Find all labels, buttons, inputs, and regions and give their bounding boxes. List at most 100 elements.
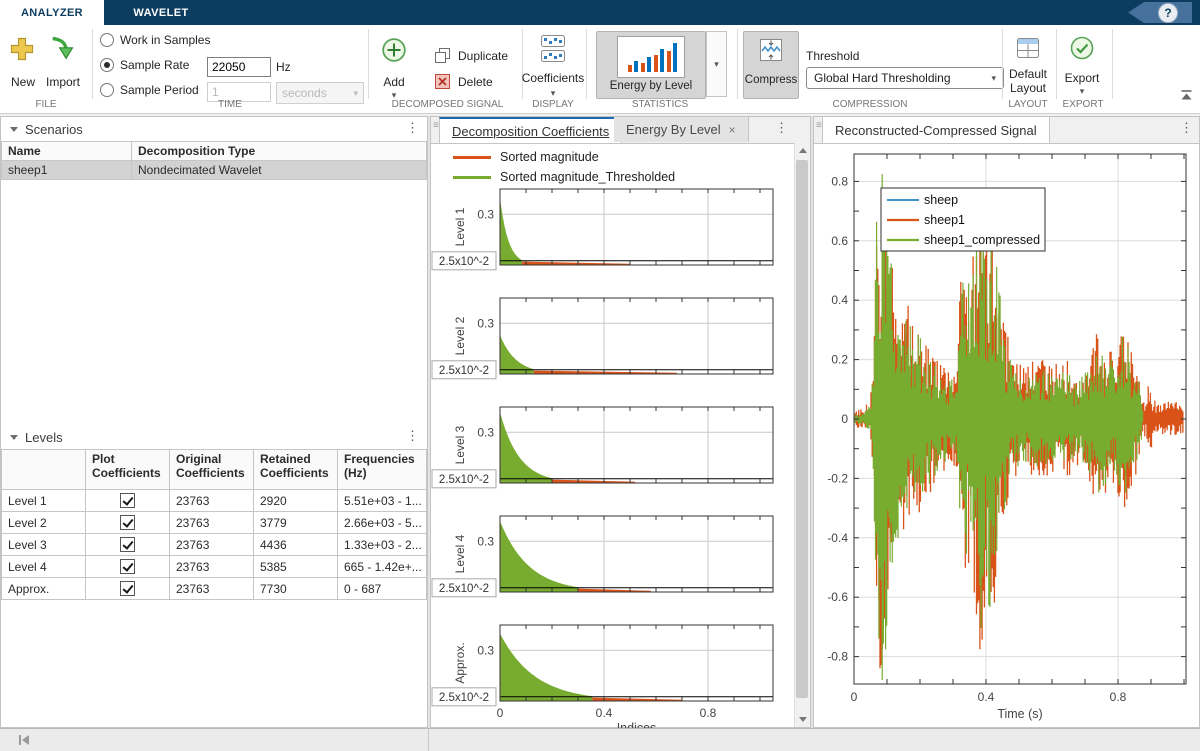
levels-menu-icon[interactable]: ⋮ <box>406 428 419 444</box>
signal-panel-menu-icon[interactable]: ⋮ <box>1180 120 1193 136</box>
default-layout-button[interactable] <box>1015 35 1041 61</box>
xtick-label: 0.4 <box>596 706 613 720</box>
plot-coefficients-cell <box>86 490 170 512</box>
coefficients-panel-menu-icon[interactable]: ⋮ <box>775 120 788 136</box>
levels-col-retained[interactable]: Retained Coefficients <box>254 450 338 490</box>
coefficients-plot[interactable]: 0.3Level 12.5x10^-20.3Level 22.5x10^-20.… <box>431 143 797 729</box>
table-row[interactable]: Level 12376329205.51e+03 - 1... <box>2 490 427 512</box>
radio-sample-period[interactable]: Sample Period <box>100 83 199 97</box>
signal-plot[interactable]: 0.80.60.40.20-0.2-0.4-0.6-0.800.40.8Time… <box>814 143 1199 729</box>
tab-analyzer[interactable]: ANALYZER <box>0 0 104 25</box>
radio-icon-selected[interactable] <box>100 58 114 72</box>
collapse-left-panel-button[interactable] <box>16 732 32 751</box>
add-button-label: Add <box>377 75 411 89</box>
tab-energy-by-level[interactable]: Energy By Level × <box>614 117 749 142</box>
plot-coefficients-checkbox[interactable] <box>120 493 135 508</box>
subplot-ylabel: Level 2 <box>453 316 467 355</box>
threshold-dropdown[interactable]: Global Hard Thresholding ▾ <box>806 67 1004 89</box>
legend-label: sheep1_compressed <box>924 233 1040 247</box>
coefficients-scrollbar[interactable] <box>794 143 810 727</box>
subplot-ylabel: Level 4 <box>453 534 467 573</box>
chevron-down-icon: ▾ <box>707 60 726 69</box>
levels-col-frequencies[interactable]: Frequencies (Hz) <box>338 450 427 490</box>
coefficients-button[interactable] <box>538 33 568 65</box>
signal-content: 0.80.60.40.20-0.2-0.4-0.6-0.800.40.8Time… <box>814 143 1199 729</box>
delete-button-label[interactable]: Delete <box>458 75 493 89</box>
table-row[interactable]: Level 32376344361.33e+03 - 2... <box>2 534 427 556</box>
threshold-dropdown-value: Global Hard Thresholding <box>814 71 951 85</box>
sample-rate-input[interactable] <box>207 57 271 77</box>
levels-col-plot[interactable]: Plot Coefficients <box>86 450 170 490</box>
scrollbar-thumb[interactable] <box>796 160 808 698</box>
scenario-type: Nondecimated Wavelet <box>132 161 427 180</box>
radio-icon[interactable] <box>100 33 114 47</box>
collapse-triangle-icon[interactable] <box>10 435 18 440</box>
table-row[interactable]: Approx.2376377300 - 687 <box>2 578 427 600</box>
tab-wavelet[interactable]: WAVELET <box>104 0 218 25</box>
panel-grip-icon[interactable]: ≡ <box>816 121 822 131</box>
add-button[interactable] <box>381 37 407 63</box>
coefficients-content: Sorted magnitudeSorted magnitude_Thresho… <box>431 143 797 729</box>
table-row[interactable]: Level 4237635385665 - 1.42e+... <box>2 556 427 578</box>
radio-icon[interactable] <box>100 83 114 97</box>
subplot-ylabel: Level 1 <box>453 207 467 246</box>
signal-tabbar: ≡ Reconstructed-Compressed Signal ⋮ <box>814 117 1199 144</box>
signal-legend[interactable]: sheepsheep1sheep1_compressed <box>881 188 1045 251</box>
delete-button[interactable] <box>434 73 451 90</box>
statistics-gallery-dropdown[interactable]: ▾ <box>706 31 727 97</box>
table-row[interactable]: Level 22376337792.66e+03 - 5... <box>2 512 427 534</box>
close-icon[interactable]: × <box>729 123 736 137</box>
duplicate-button-label[interactable]: Duplicate <box>458 49 508 63</box>
scenarios-col-type[interactable]: Decomposition Type <box>132 142 427 161</box>
collapse-triangle-icon[interactable] <box>10 127 18 132</box>
radio-work-in-samples[interactable]: Work in Samples <box>100 33 210 47</box>
export-button-label: Export <box>1060 71 1104 85</box>
table-row[interactable]: sheep1Nondecimated Wavelet <box>2 161 427 180</box>
energy-by-level-button[interactable]: Energy by Level <box>596 31 706 99</box>
levels-header-row: Plot Coefficients Original Coefficients … <box>2 450 427 490</box>
tab-reconstructed-compressed-signal[interactable]: Reconstructed-Compressed Signal <box>822 117 1050 143</box>
level-row-label: Approx. <box>2 578 86 600</box>
chevron-down-icon[interactable]: ▾ <box>1076 87 1088 96</box>
chevron-down-icon[interactable]: ▾ <box>547 89 559 98</box>
ytick-label: 0 <box>841 412 848 426</box>
original-coefficients-value: 23763 <box>170 534 254 556</box>
levels-table-body: Level 12376329205.51e+03 - 1...Level 223… <box>2 490 427 600</box>
plot-coefficients-checkbox[interactable] <box>120 537 135 552</box>
compress-button[interactable]: Compress <box>743 31 799 99</box>
radio-sample-rate[interactable]: Sample Rate <box>100 58 189 72</box>
levels-title: Levels <box>25 430 63 445</box>
tab-decomposition-coefficients[interactable]: Decomposition Coefficients <box>439 117 622 143</box>
scroll-up-arrow[interactable] <box>795 143 810 158</box>
collapse-toolstrip-button[interactable] <box>1180 89 1193 105</box>
tab-analyzer-label: ANALYZER <box>21 7 83 19</box>
toolstrip-separator <box>368 29 369 99</box>
new-button[interactable] <box>8 35 38 65</box>
section-label-file: FILE <box>10 99 82 110</box>
plot-coefficients-checkbox[interactable] <box>120 581 135 596</box>
scenario-name: sheep1 <box>2 161 132 180</box>
levels-col-original[interactable]: Original Coefficients <box>170 450 254 490</box>
coefficients-panel: ≡ Decomposition Coefficients Energy By L… <box>430 116 811 728</box>
export-button[interactable] <box>1069 35 1095 61</box>
panel-grip-icon[interactable]: ≡ <box>433 121 439 131</box>
xtick-label: 0.8 <box>1110 690 1127 704</box>
levels-header[interactable]: Levels ⋮ <box>1 425 427 449</box>
scenarios-col-name[interactable]: Name <box>2 142 132 161</box>
frequencies-value: 0 - 687 <box>338 578 427 600</box>
plot-coefficients-cell <box>86 556 170 578</box>
plot-coefficients-checkbox[interactable] <box>120 559 135 574</box>
help-icon[interactable]: ? <box>1158 3 1178 23</box>
import-button[interactable] <box>48 35 78 65</box>
ytick-label: 0.3 <box>477 643 494 657</box>
scenarios-menu-icon[interactable]: ⋮ <box>406 120 419 136</box>
scroll-down-arrow[interactable] <box>795 712 810 727</box>
ytick-label: 0.2 <box>831 353 848 367</box>
duplicate-button[interactable] <box>434 47 451 64</box>
scenarios-header[interactable]: Scenarios ⋮ <box>1 117 427 141</box>
plot-coefficients-checkbox[interactable] <box>120 515 135 530</box>
coefficients-button-label: Coefficients <box>517 71 589 85</box>
ytick-label: -0.2 <box>827 471 848 485</box>
toolstrip-separator <box>1112 29 1113 99</box>
ytick-label: 0.3 <box>477 207 494 221</box>
